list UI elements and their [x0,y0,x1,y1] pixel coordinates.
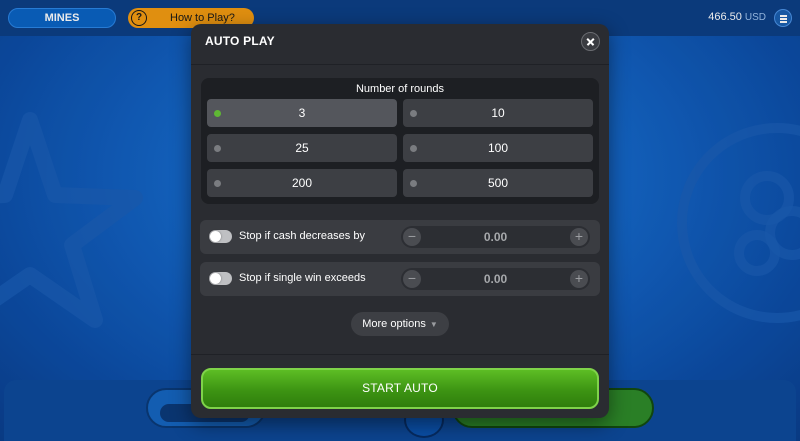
stop-single-win-toggle[interactable] [209,272,232,285]
stop-cash-decrease-stepper: − 0.00 + [401,226,590,248]
more-options-label: More options [362,318,426,330]
rounds-title: Number of rounds [355,83,445,95]
increment-button[interactable]: + [570,270,588,288]
stop-cash-decrease-value[interactable]: 0.00 [421,226,570,248]
radio-dot-icon [214,110,221,117]
close-icon[interactable] [581,32,600,51]
decrement-button[interactable]: − [403,228,421,246]
start-auto-button[interactable]: START AUTO [201,368,599,409]
more-options-button[interactable]: More options ▼ [351,312,449,336]
radio-dot-icon [410,145,417,152]
round-option-500[interactable]: 500 [403,169,593,197]
round-option-3[interactable]: 3 [207,99,397,127]
toggle-knob [210,231,221,242]
stop-cash-decrease-label: Stop if cash decreases by [239,230,365,242]
radio-dot-icon [214,145,221,152]
stop-cash-decrease-row: Stop if cash decreases by − 0.00 + [200,220,600,254]
stop-single-win-value[interactable]: 0.00 [421,268,570,290]
round-option-25[interactable]: 25 [207,134,397,162]
round-option-100[interactable]: 100 [403,134,593,162]
round-option-label: 200 [291,176,313,190]
radio-dot-icon [410,180,417,187]
round-option-label: 100 [487,141,509,155]
divider [191,354,609,355]
decrement-button[interactable]: − [403,270,421,288]
round-option-label: 3 [298,106,306,120]
radio-dot-icon [214,180,221,187]
divider [191,64,609,65]
stop-single-win-stepper: − 0.00 + [401,268,590,290]
increment-button[interactable]: + [570,228,588,246]
auto-play-modal: AUTO PLAY Number of rounds 3 10 25 100 2… [191,24,609,418]
radio-dot-icon [410,110,417,117]
round-option-10[interactable]: 10 [403,99,593,127]
stop-cash-decrease-toggle[interactable] [209,230,232,243]
stop-single-win-row: Stop if single win exceeds − 0.00 + [200,262,600,296]
round-option-label: 25 [295,141,309,155]
toggle-knob [210,273,221,284]
stop-single-win-label: Stop if single win exceeds [239,272,366,284]
round-option-label: 10 [491,106,505,120]
rounds-selector: Number of rounds 3 10 25 100 200 500 [201,78,599,204]
round-option-label: 500 [487,176,509,190]
modal-title: AUTO PLAY [205,34,275,48]
chevron-down-icon: ▼ [429,320,438,329]
round-option-200[interactable]: 200 [207,169,397,197]
